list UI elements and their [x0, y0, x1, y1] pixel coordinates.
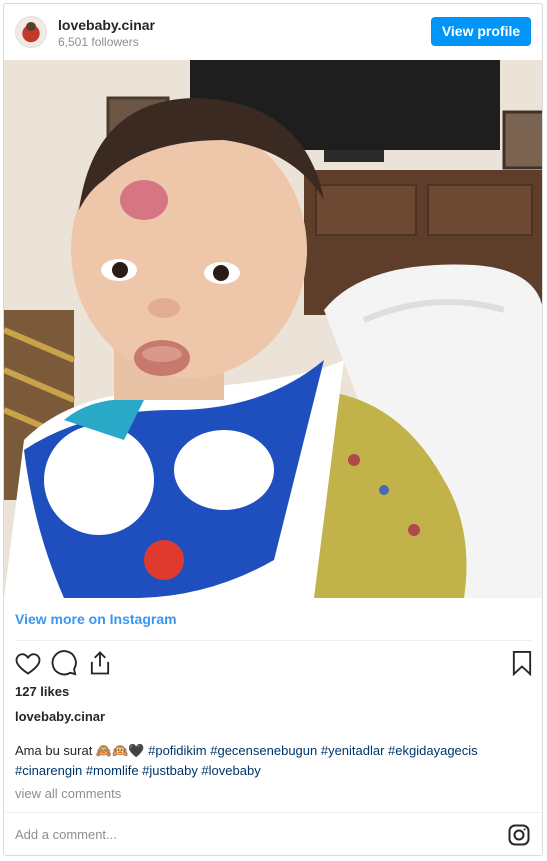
- comment-icon[interactable]: [50, 649, 78, 677]
- add-comment-input[interactable]: Add a comment...: [15, 827, 117, 842]
- instagram-embed-card: lovebaby.cinar 6,501 followers View prof…: [3, 3, 543, 856]
- divider: [15, 640, 532, 641]
- heart-icon[interactable]: [14, 649, 42, 677]
- bookmark-icon[interactable]: [508, 649, 536, 677]
- comment-bar: Add a comment...: [4, 812, 542, 855]
- photo-illustration: [4, 60, 542, 598]
- avatar[interactable]: [15, 16, 47, 48]
- caption-text: Ama bu surat 🙈🙉🖤: [15, 743, 149, 758]
- view-all-comments-link[interactable]: view all comments: [15, 786, 121, 801]
- caption-hashtags-line2[interactable]: #cinarengin #momlife #justbaby #lovebaby: [15, 763, 261, 778]
- followers-count: 6,501 followers: [58, 35, 139, 49]
- view-more-link[interactable]: View more on Instagram: [15, 611, 177, 627]
- post-caption: Ama bu surat 🙈🙉🖤 #pofidikim #gecensenebu…: [15, 741, 535, 781]
- post-photo[interactable]: [4, 60, 542, 598]
- likes-count[interactable]: 127 likes: [15, 684, 69, 699]
- username[interactable]: lovebaby.cinar: [58, 17, 155, 33]
- post-author[interactable]: lovebaby.cinar: [15, 709, 105, 724]
- caption-hashtags[interactable]: #pofidikim #gecensenebugun #yenitadlar #…: [148, 743, 478, 758]
- instagram-icon[interactable]: [507, 823, 531, 847]
- share-icon[interactable]: [86, 649, 114, 677]
- post-header: lovebaby.cinar 6,501 followers View prof…: [4, 4, 542, 60]
- action-bar: [4, 644, 542, 684]
- view-profile-button[interactable]: View profile: [431, 17, 531, 46]
